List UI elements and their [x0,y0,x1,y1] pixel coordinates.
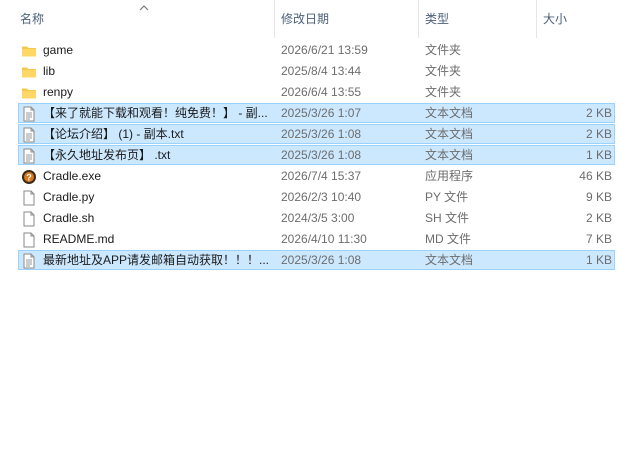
text-document-icon [23,127,35,143]
file-date: 2026/4/10 11:30 [281,232,367,246]
file-name: 【论坛介绍】 (1) - 副本.txt [43,127,184,141]
file-name-cell: lib [21,62,273,82]
file-size: 1 KB [585,148,612,162]
column-header-bar: 名称 修改日期 类型 大小 [0,0,625,38]
file-type: 文件夹 [425,43,462,57]
file-date: 2026/2/3 10:40 [281,190,362,204]
file-name-cell: Cradle.sh [21,209,273,229]
file-row[interactable]: 最新地址及APP请发邮箱自动获取！！！... 2025/3/26 1:08 文本文档… [18,250,615,270]
file-date: 2025/3/26 1:08 [281,253,362,267]
file-name-cell: ? Cradle.exe [21,167,273,187]
file-size [539,83,612,103]
text-document-icon [23,253,35,269]
file-name: lib [43,64,56,78]
file-size: 2 KB [585,106,612,120]
application-icon: ? [22,170,36,184]
file-row[interactable]: lib 2025/8/4 13:44 文件夹 [18,61,615,81]
file-date: 2025/8/4 13:44 [281,64,362,78]
column-header-type[interactable]: 类型 [418,0,536,38]
file-name-cell: 【永久地址发布页】 .txt [21,146,273,166]
file-row[interactable]: Cradle.sh 2024/3/5 3:00 SH 文件 2 KB [18,208,615,228]
file-name: Cradle.sh [43,211,95,225]
file-size: 9 KB [585,190,612,204]
text-document-icon [23,106,35,122]
file-row[interactable]: 【永久地址发布页】 .txt 2025/3/26 1:08 文本文档 1 KB [18,145,615,165]
file-icon [23,211,35,227]
file-size: 7 KB [585,232,612,246]
file-size: 46 KB [579,169,612,183]
text-document-icon [23,148,35,164]
column-header-size[interactable]: 大小 [536,0,625,38]
file-name: Cradle.exe [43,169,102,183]
file-icon [23,190,35,206]
file-type: 文本文档 [425,127,474,141]
folder-icon [22,67,36,78]
file-name: 【永久地址发布页】 .txt [43,148,171,162]
file-name-cell: Cradle.py [21,188,273,208]
file-size [539,62,612,82]
file-size: 2 KB [585,211,612,225]
file-type: 文件夹 [425,85,462,99]
file-date: 2026/6/21 13:59 [281,43,368,57]
file-type: 应用程序 [425,169,474,183]
column-header-name[interactable]: 名称 [14,0,274,38]
svg-text:?: ? [26,173,32,183]
file-name: game [43,43,74,57]
file-name: 【来了就能下载和观看！纯免费！】 - 副... [43,106,268,120]
folder-icon [22,88,36,99]
file-type: 文本文档 [425,106,474,120]
file-date: 2026/6/4 13:55 [281,85,362,99]
file-row[interactable]: 【论坛介绍】 (1) - 副本.txt 2025/3/26 1:08 文本文档 2 K… [18,124,615,144]
file-name-cell: 【论坛介绍】 (1) - 副本.txt [21,125,273,145]
file-row[interactable]: 【来了就能下载和观看！纯免费！】 - 副... 2025/3/26 1:07 文本文… [18,103,615,123]
file-row[interactable]: ? Cradle.exe 2026/7/4 15:37 应用程序 46 KB [18,166,615,186]
file-name-cell: 【来了就能下载和观看！纯免费！】 - 副... [21,104,273,124]
file-name: renpy [43,85,74,99]
file-date: 2025/3/26 1:08 [281,127,362,141]
file-name: Cradle.py [43,190,95,204]
file-row[interactable]: game 2026/6/21 13:59 文件夹 [18,40,615,60]
file-date: 2025/3/26 1:07 [281,106,362,120]
file-type: 文本文档 [425,253,474,267]
file-name: 最新地址及APP请发邮箱自动获取！！！... [43,253,270,267]
file-name-cell: 最新地址及APP请发邮箱自动获取！！！... [21,251,273,271]
file-type: PY 文件 [425,190,469,204]
file-date: 2026/7/4 15:37 [281,169,362,183]
file-date: 2025/3/26 1:08 [281,148,362,162]
column-header-date[interactable]: 修改日期 [274,0,418,38]
file-row[interactable]: README.md 2026/4/10 11:30 MD 文件 7 KB [18,229,615,249]
file-type: 文本文档 [425,148,474,162]
file-type: MD 文件 [425,232,471,246]
file-date: 2024/3/5 3:00 [281,211,355,225]
file-explorer-window: 名称 修改日期 类型 大小 game 2026/6/21 13:59 文件夹 lib 2… [0,0,625,475]
file-size [539,41,612,61]
folder-icon [22,46,36,57]
file-type: SH 文件 [425,211,470,225]
file-size: 1 KB [585,253,612,267]
file-row[interactable]: Cradle.py 2026/2/3 10:40 PY 文件 9 KB [18,187,615,207]
file-name-cell: README.md [21,230,273,250]
file-size: 2 KB [585,127,612,141]
file-type: 文件夹 [425,64,462,78]
file-name: README.md [43,232,115,246]
file-name-cell: game [21,41,273,61]
file-row[interactable]: renpy 2026/6/4 13:55 文件夹 [18,82,615,102]
file-icon [23,232,35,248]
file-name-cell: renpy [21,83,273,103]
